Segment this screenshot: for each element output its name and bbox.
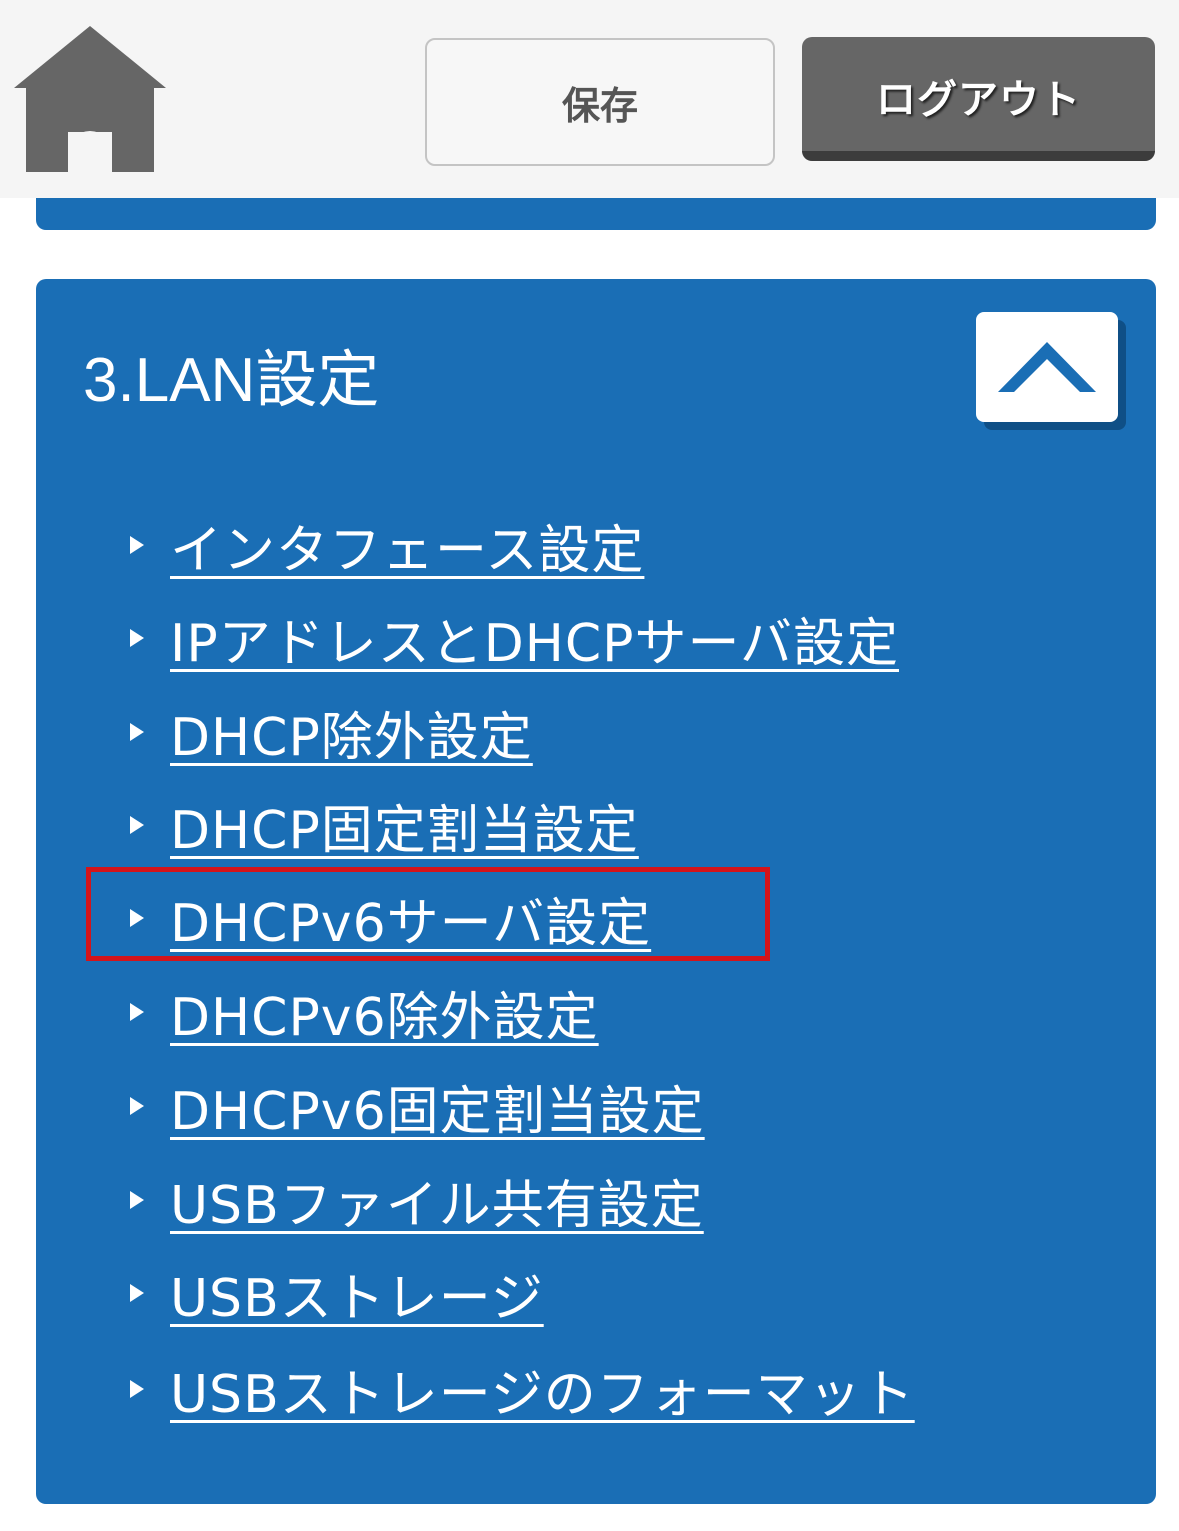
menu-item-dhcp-exclusion-settings: DHCP除外設定 [130,695,533,770]
triangle-bullet-icon [130,909,144,927]
menu-item-usb-storage-format: USBストレージのフォーマット [130,1352,915,1427]
usb-file-sharing-settings-link[interactable]: USBファイル共有設定 [170,1163,704,1238]
dhcp-static-assignment-settings-link[interactable]: DHCP固定割当設定 [170,788,639,863]
top-header: 保存 ログアウト [0,0,1179,198]
dhcpv6-static-assignment-settings-link[interactable]: DHCPv6固定割当設定 [170,1069,705,1144]
menu-item-dhcpv6-static-assignment-settings: DHCPv6固定割当設定 [130,1069,705,1144]
triangle-bullet-icon [130,1380,144,1398]
lan-settings-menu: インタフェース設定 IPアドレスとDHCPサーバ設定 DHCP除外設定 DHCP… [36,279,1156,1504]
save-button[interactable]: 保存 [425,38,775,166]
dhcpv6-exclusion-settings-link[interactable]: DHCPv6除外設定 [170,975,599,1050]
triangle-bullet-icon [130,1191,144,1209]
lan-settings-panel: 3.LAN設定 インタフェース設定 IPアドレスとDHCPサーバ設定 DHCP除… [36,279,1156,1504]
triangle-bullet-icon [130,629,144,647]
triangle-bullet-icon [130,816,144,834]
menu-item-dhcpv6-server-settings: DHCPv6サーバ設定 [130,881,651,956]
triangle-bullet-icon [130,723,144,741]
menu-item-usb-file-sharing-settings: USBファイル共有設定 [130,1163,704,1238]
interface-settings-link[interactable]: インタフェース設定 [170,508,644,583]
usb-storage-format-link[interactable]: USBストレージのフォーマット [170,1352,915,1427]
dhcpv6-server-settings-link[interactable]: DHCPv6サーバ設定 [170,881,651,956]
triangle-bullet-icon [130,1097,144,1115]
ip-dhcp-server-settings-link[interactable]: IPアドレスとDHCPサーバ設定 [170,601,899,676]
dhcp-exclusion-settings-link[interactable]: DHCP除外設定 [170,695,533,770]
triangle-bullet-icon [130,1003,144,1021]
menu-item-dhcpv6-exclusion-settings: DHCPv6除外設定 [130,975,599,1050]
usb-storage-link[interactable]: USBストレージ [170,1256,544,1331]
triangle-bullet-icon [130,536,144,554]
menu-item-interface-settings: インタフェース設定 [130,508,644,583]
menu-item-usb-storage: USBストレージ [130,1256,544,1331]
menu-item-ip-dhcp-server-settings: IPアドレスとDHCPサーバ設定 [130,601,899,676]
triangle-bullet-icon [130,1284,144,1302]
logout-button[interactable]: ログアウト [802,37,1155,161]
home-icon[interactable] [14,26,166,172]
menu-item-dhcp-static-assignment-settings: DHCP固定割当設定 [130,788,639,863]
